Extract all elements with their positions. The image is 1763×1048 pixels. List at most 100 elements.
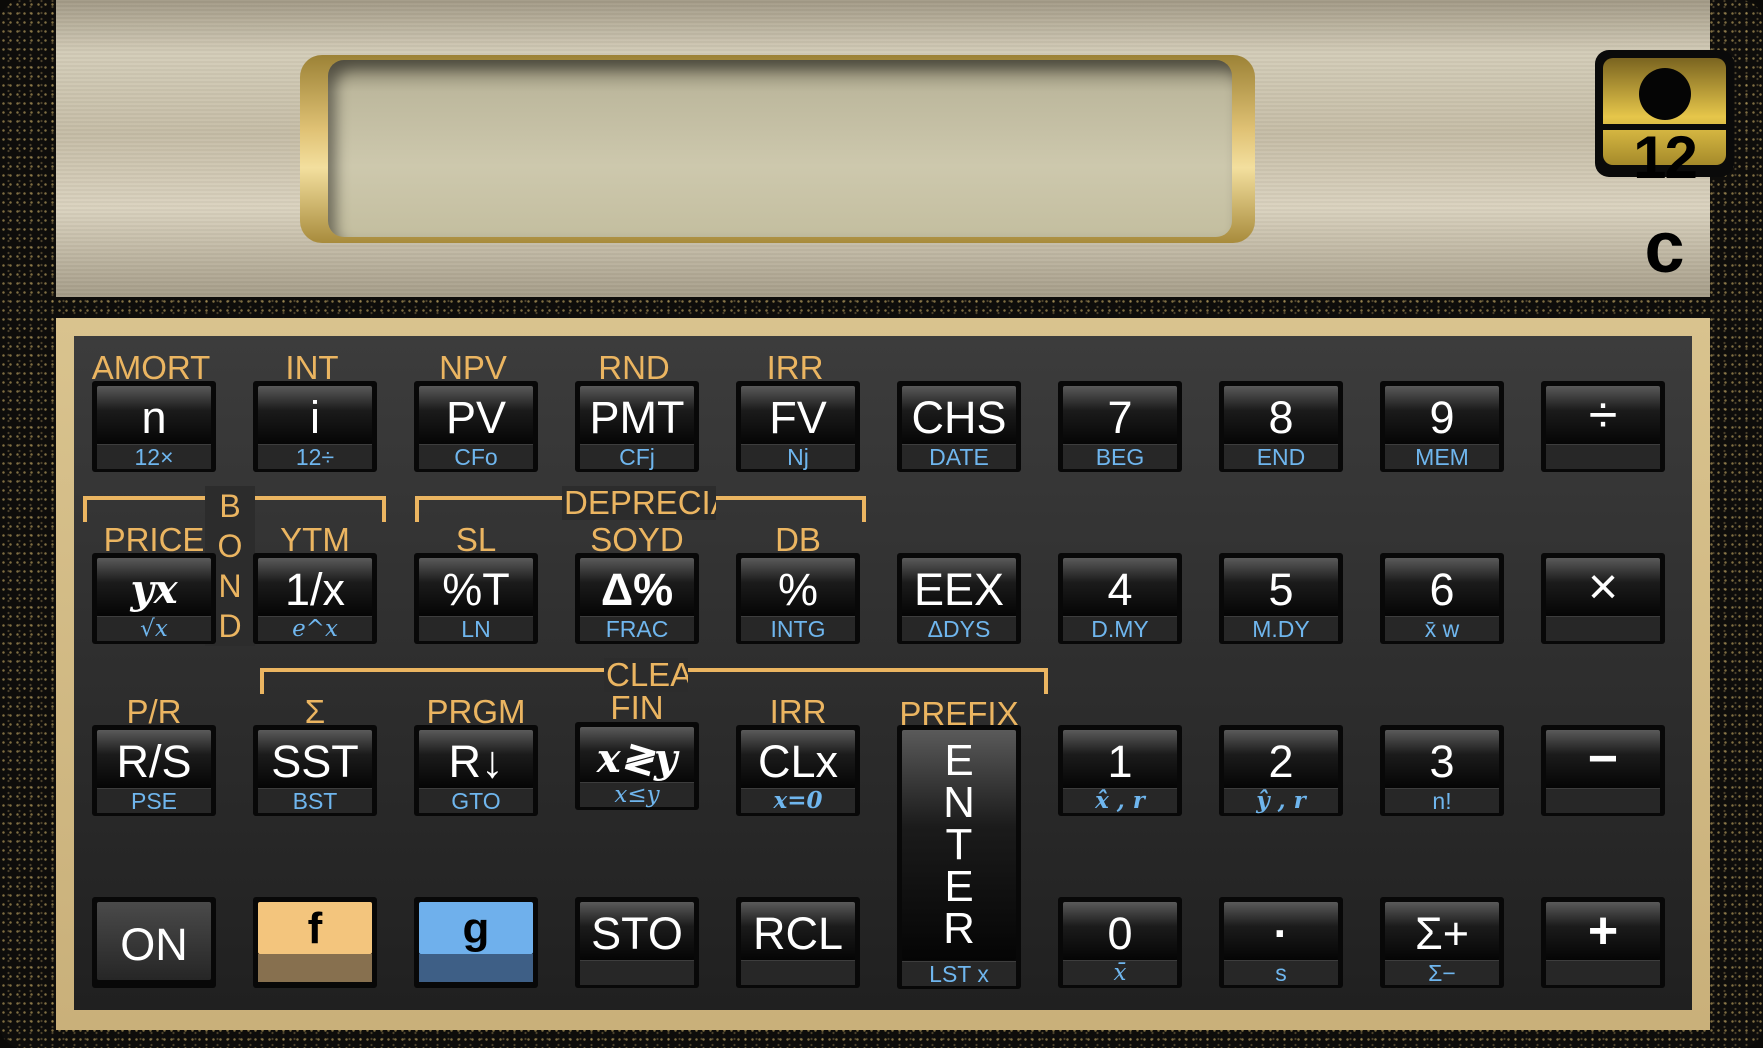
gold-label-ytm: YTM [280,521,350,558]
key-pmt[interactable]: PMT CFj [575,381,699,472]
logo-dot-icon [1639,68,1691,120]
key-eex[interactable]: EEX ΔDYS [897,553,1021,644]
key-decimal[interactable]: · s [1219,897,1343,988]
key-sigma-plus[interactable]: Σ+ Σ− [1380,897,1504,988]
enter-letter: E [944,862,974,911]
key-sto-blue-label [580,960,694,985]
key-g-base [419,954,533,982]
key-i-label: i [310,392,320,443]
key-sto-label: STO [591,908,683,959]
key-9[interactable]: 9 MEM [1380,381,1504,472]
key-pmt-blue-label: CFj [580,444,694,469]
key-percent-total-label: %T [442,564,510,615]
gold-label-npv: NPV [439,349,507,386]
key-fv[interactable]: FV Nj [736,381,860,472]
key-n-blue-label: 12× [97,444,211,469]
key-sto[interactable]: STO [575,897,699,988]
key-2[interactable]: 2ŷ , r [1219,725,1343,816]
key-chs-blue-label: DATE [902,444,1016,469]
key-reciprocal[interactable]: 1/x e^x [253,553,377,644]
key-clear-x[interactable]: CLx x=0 [736,725,860,816]
key-n[interactable]: n 12× [92,381,216,472]
key-percent[interactable]: % INTG [736,553,860,644]
key-on[interactable]: ON [92,897,216,988]
key-enter-blue-label: LST x [902,961,1016,986]
key-percent-total[interactable]: %T LN [414,553,538,644]
key-roll-down-label: R↓ [448,736,504,787]
enter-letter: E [944,736,974,785]
key-pv-blue-label: CFo [419,444,533,469]
key-eex-label: EEX [913,564,1005,615]
key-clear-x-label: CLx [757,736,839,787]
key-eex-blue-label: ΔDYS [902,616,1016,641]
key-f-base [258,954,372,982]
key-3-blue-label: n! [1385,788,1499,813]
key-pv[interactable]: PV CFo [414,381,538,472]
key-sst-label: SST [271,736,359,787]
key-rcl[interactable]: RCL [736,897,860,988]
key-6[interactable]: 6 x̄ w [1380,553,1504,644]
key-percent-label: % [777,564,818,615]
depreciation-bracket-label: DEPRECIATION [562,486,716,520]
minus-icon: − [1587,730,1619,788]
key-3-label: 3 [1429,736,1455,787]
key-multiply[interactable]: × [1541,553,1665,644]
key-n-label: n [141,392,167,443]
key-2-blue-label: ŷ , r [1224,788,1338,813]
plus-icon: + [1587,902,1619,960]
key-x-swap-y[interactable]: x≷y x≤y [575,722,699,810]
divide-icon: ÷ [1588,386,1618,444]
key-chs[interactable]: CHS DATE [897,381,1021,472]
key-roll-down[interactable]: R↓ GTO [414,725,538,816]
key-chs-label: CHS [911,392,1007,443]
key-sst[interactable]: SST BST [253,725,377,816]
key-run-stop-label: R/S [116,736,192,787]
keyboard-bezel: AMORT INT NPV RND IRR n 12× i 12÷ PV CFo PM… [56,318,1710,1030]
gold-label-pr: P/R [126,693,182,730]
key-enter[interactable]: ENTER LST x [897,725,1021,989]
key-divide[interactable]: ÷ [1541,381,1665,472]
key-3[interactable]: 3 n! [1380,725,1504,816]
key-delta-percent-label: Δ% [600,564,674,615]
key-1[interactable]: 1 x̂ , r [1058,725,1182,816]
key-subtract[interactable]: − [1541,725,1665,816]
multiply-icon: × [1587,558,1619,616]
key-y-power-x-blue-label: √x [97,616,211,641]
lcd-display [328,60,1232,237]
key-add[interactable]: + [1541,897,1665,988]
key-x-swap-y-blue-label: x≤y [580,782,694,807]
key-0[interactable]: 0 x̄ [1058,897,1182,988]
key-sigma-plus-label: Σ+ [1414,908,1470,959]
key-percent-total-blue-label: LN [419,616,533,641]
key-decimal-label: · [1273,908,1289,959]
gold-label-sl: SL [455,521,497,558]
enter-letter: T [945,820,973,869]
key-g-label: g [462,904,490,953]
key-9-label: 9 [1429,392,1455,443]
clear-bracket-label: CLEAR [604,658,688,692]
key-5-label: 5 [1268,564,1294,615]
key-0-label: 0 [1107,908,1133,959]
key-1-blue-label: x̂ , r [1063,788,1177,813]
key-7[interactable]: 7 BEG [1058,381,1182,472]
key-run-stop[interactable]: R/S PSE [92,725,216,816]
key-divide-blue-label [1546,444,1660,469]
key-f-shift[interactable]: f [253,897,377,988]
key-rcl-blue-label [741,960,855,985]
key-delta-percent[interactable]: Δ% FRAC [575,553,699,644]
key-add-blue-label [1546,960,1660,985]
key-4-label: 4 [1107,564,1133,615]
calculator-body: 12 c AMORT INT NPV RND IRR n 12× i 12÷ PV C… [0,0,1763,1048]
key-pmt-label: PMT [589,392,685,443]
key-7-blue-label: BEG [1063,444,1177,469]
key-8[interactable]: 8 END [1219,381,1343,472]
key-5[interactable]: 5 M.DY [1219,553,1343,644]
key-subtract-blue-label [1546,788,1660,813]
keyboard: AMORT INT NPV RND IRR n 12× i 12÷ PV CFo PM… [74,336,1692,1010]
key-reciprocal-blue-label: e^x [258,616,372,641]
key-4[interactable]: 4 D.MY [1058,553,1182,644]
key-0-blue-label: x̄ [1063,960,1177,985]
key-g-shift[interactable]: g [414,897,538,988]
key-y-power-x[interactable]: yx √x [92,553,216,644]
key-i[interactable]: i 12÷ [253,381,377,472]
